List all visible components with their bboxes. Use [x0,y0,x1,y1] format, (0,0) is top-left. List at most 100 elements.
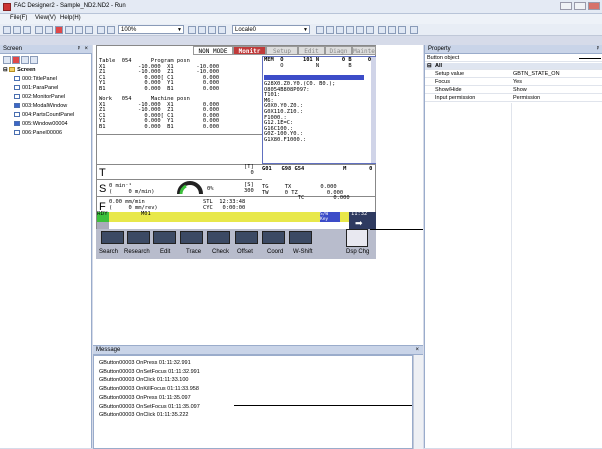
coord-softkey-icon[interactable] [262,231,285,244]
tab-edit[interactable]: Edit [298,46,325,55]
property-group-row[interactable]: ⊟ All [425,63,602,70]
tree-item[interactable]: 006:Panel00006 [14,130,62,136]
tree-item[interactable]: 005:Window00004 [14,121,68,127]
tree-item-label: 005:Window00004 [22,121,68,127]
grid-icon[interactable] [218,26,226,34]
page-icon [14,94,20,100]
title-bar: FAC Designer2 - Sample_ND2.ND2 - Run [0,0,602,14]
tree-item[interactable]: 003:ModalWindow [14,103,67,109]
tree-item[interactable]: 002:MonitorPanel [14,94,65,100]
softkey-research[interactable]: Research [124,249,150,255]
cut-icon[interactable] [35,26,43,34]
table-tool-icon[interactable] [398,26,406,34]
arc-tool-icon[interactable] [356,26,364,34]
open-icon[interactable] [13,26,21,34]
softkey-dsp-chg[interactable]: Dsp Chg [346,249,369,255]
tree-delete-icon[interactable] [30,56,38,64]
property-value[interactable]: Yes [513,79,522,86]
softkey-trace[interactable]: Trace [186,249,201,255]
softkey-w-shift[interactable]: W-Shift [293,249,313,255]
pin-icon[interactable]: ᵖ [78,45,80,54]
message-scrollbar[interactable] [413,355,423,449]
tree-item[interactable]: 004:PartsCountPanel [14,112,74,118]
ellipse-tool-icon[interactable] [326,26,334,34]
tree-item-label: 003:ModalWindow [22,103,68,109]
time-panel: 11:32 ➡ [349,211,376,230]
pin-icon[interactable]: ᵖ [597,45,599,54]
softkey-coord[interactable]: Coord [267,249,283,255]
undo-icon[interactable] [97,26,105,34]
align-right-icon[interactable] [208,26,216,34]
check-softkey-icon[interactable] [207,231,230,244]
message-log[interactable]: GButton00003 OnPress 01:11:32.991 GButto… [93,355,413,449]
property-value[interactable]: GBTN_STATE_ON [513,71,560,78]
page-icon [14,130,20,136]
copy-icon[interactable] [45,26,53,34]
maximize-button[interactable] [574,2,586,10]
tab-mainte[interactable]: Mainte [352,46,376,55]
softkey-offset[interactable]: Offset [237,249,253,255]
research-softkey-icon[interactable] [127,231,150,244]
w-shift-softkey-icon[interactable] [289,231,312,244]
softkey-search[interactable]: Search [99,249,118,255]
tab-diagn[interactable]: Diagn [325,46,352,55]
import-icon[interactable] [75,26,83,34]
screen-panel: Screen ᵖ × ⊟ Screen 000:TitlePanel 001:P… [0,45,92,448]
tab-setup[interactable]: Setup [266,46,298,55]
offset-softkey-icon[interactable] [235,231,258,244]
image-tool-icon[interactable] [378,26,386,34]
save-icon[interactable] [23,26,31,34]
minimize-button[interactable] [560,2,572,10]
close-window-button[interactable] [588,2,600,10]
property-row[interactable]: Input permission Permission [425,95,602,102]
program-scrollbar[interactable] [371,57,376,163]
tab-monitr[interactable]: Monitr [233,46,266,55]
text-tool-icon[interactable] [366,26,374,34]
arrow-right-icon[interactable]: ➡ [355,218,363,229]
property-object-row[interactable]: Button object [425,55,602,62]
dsp-chg-softkey-icon[interactable] [346,229,368,247]
line-tool-icon[interactable] [336,26,344,34]
sw-key-button[interactable]: S/W Key [320,212,340,222]
redo-icon[interactable] [107,26,115,34]
cnc-screen: NON MODE Monitr Setup Edit Diagn Mainte … [96,45,376,257]
property-value[interactable]: Permission [513,95,540,102]
tree-expand-icon[interactable] [3,56,11,64]
polyline-tool-icon[interactable] [346,26,354,34]
property-row[interactable]: Setup value GBTN_STATE_ON [425,71,602,78]
button-tool-icon[interactable] [388,26,396,34]
tree-add-icon[interactable] [12,56,20,64]
rectangle-tool-icon[interactable] [316,26,324,34]
search-softkey-icon[interactable] [101,231,124,244]
menu-help[interactable]: Help(H) [60,15,81,21]
tree-item[interactable]: 001:ParaPanel [14,85,58,91]
menu-view[interactable]: View(V) [35,15,56,21]
annotation-line [234,405,412,406]
property-row[interactable]: Show/Hide Show [425,87,602,94]
edit-softkey-icon[interactable] [153,231,176,244]
locale-select[interactable]: Locale0 ▼ [232,25,310,34]
softkey-check[interactable]: Check [212,249,229,255]
property-row[interactable]: Focus Yes [425,79,602,86]
align-center-icon[interactable] [198,26,206,34]
new-icon[interactable] [3,26,11,34]
softkey-edit[interactable]: Edit [160,249,170,255]
run-icon[interactable] [410,26,418,34]
tool-offset-block: TG TX 0.000 TW 0 TZ 0.000 TC 0.000 [262,184,350,202]
close-icon[interactable]: × [84,45,88,54]
export-icon[interactable] [85,26,93,34]
tree-item[interactable]: 000:TitlePanel [14,76,57,82]
paste-icon[interactable] [55,26,63,34]
trace-softkey-icon[interactable] [180,231,203,244]
s-value: 0 min⁻¹ ( 0 m/min) [109,183,155,195]
zoom-select[interactable]: 100% ▼ [118,25,184,34]
align-left-icon[interactable] [188,26,196,34]
property-value[interactable]: Show [513,87,527,94]
delete-icon[interactable] [65,26,73,34]
collapse-icon[interactable]: ⊟ [427,63,432,70]
tree-root[interactable]: ⊟ Screen [3,67,36,73]
tree-copy-icon[interactable] [21,56,29,64]
menu-file[interactable]: File(F) [10,15,27,21]
property-panel: Property ᵖ Button object ⊟ All Setup val… [424,45,602,448]
close-icon[interactable]: × [415,346,419,355]
